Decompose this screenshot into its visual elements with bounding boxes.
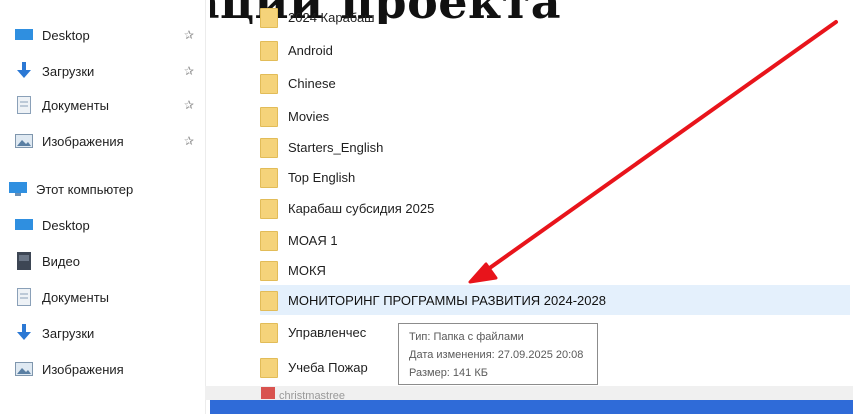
nav-item-label: Документы xyxy=(42,97,110,113)
download-icon xyxy=(14,324,34,342)
folder-row[interactable]: Movies xyxy=(260,101,850,131)
folder-name: Управленчес xyxy=(288,324,367,340)
nav-item-pictures[interactable]: Изображения xyxy=(14,128,124,154)
folder-icon xyxy=(260,105,278,127)
nav-item-pictures-pc[interactable]: Изображения xyxy=(14,356,124,382)
nav-item-documents[interactable]: Документы xyxy=(14,92,109,118)
nav-item-this-pc[interactable]: Этот компьютер xyxy=(8,176,133,202)
folder-name: Учеба Пожар xyxy=(288,359,368,375)
folder-name: Android xyxy=(288,42,333,58)
tooltip-type: Тип: Папка с файлами xyxy=(409,331,524,343)
pictures-icon xyxy=(14,360,34,378)
pictures-icon xyxy=(14,132,34,150)
folder-name: Chinese xyxy=(288,75,336,91)
folder-icon xyxy=(260,289,278,311)
folder-icon xyxy=(260,72,278,94)
desktop-icon xyxy=(14,216,34,234)
nav-item-label: Загрузки xyxy=(42,63,95,79)
nav-item-label: Изображения xyxy=(42,133,124,149)
video-icon xyxy=(14,252,34,270)
folder-name: МОНИТОРИНГ ПРОГРАММЫ РАЗВИТИЯ 2024-2028 xyxy=(288,292,606,308)
nav-item-label: Загрузки xyxy=(42,325,95,341)
folder-name: Starters_English xyxy=(288,139,384,155)
folder-row[interactable]: Карабаш субсидия 2025 xyxy=(260,193,850,223)
folder-name: 2024 Карабаш xyxy=(288,9,375,25)
pin-icon[interactable]: ✰ xyxy=(184,28,194,42)
folder-name: Movies xyxy=(288,108,330,124)
pin-icon[interactable]: ✰ xyxy=(184,64,194,78)
nav-item-label: Документы xyxy=(42,289,110,305)
nav-item-desktop[interactable]: Desktop xyxy=(14,22,90,48)
partial-file-name: christmastree xyxy=(279,390,346,400)
nav-item-downloads-pc[interactable]: Загрузки xyxy=(14,320,94,346)
partial-row: christmastree xyxy=(205,386,853,400)
folder-icon xyxy=(260,166,278,188)
pin-icon[interactable]: ✰ xyxy=(184,98,194,112)
folder-icon xyxy=(260,197,278,219)
folder-icon xyxy=(260,321,278,343)
documents-icon xyxy=(14,288,34,306)
nav-item-documents-pc[interactable]: Документы xyxy=(14,284,109,310)
navigation-pane: Desktop ✰ Загрузки ✰ Документы ✰ Изображ… xyxy=(0,0,210,414)
folder-icon xyxy=(260,136,278,158)
folder-row[interactable]: 2024 Карабаш xyxy=(260,2,850,32)
folder-icon xyxy=(260,259,278,281)
nav-item-downloads[interactable]: Загрузки xyxy=(14,58,94,84)
folder-name: МОКЯ xyxy=(288,262,326,278)
nav-item-label: Desktop xyxy=(42,217,90,233)
nav-item-label: Изображения xyxy=(42,361,124,377)
folder-row[interactable]: МОКЯ xyxy=(260,255,850,285)
nav-item-label: Этот компьютер xyxy=(36,181,134,197)
folder-icon xyxy=(260,356,278,378)
nav-item-desktop-pc[interactable]: Desktop xyxy=(14,212,90,238)
file-icon xyxy=(261,387,275,399)
nav-item-label: Видео xyxy=(42,253,80,269)
computer-icon xyxy=(8,180,28,198)
documents-icon xyxy=(14,96,34,114)
folder-row[interactable]: Top English xyxy=(260,162,850,192)
folder-name: Карабаш субсидия 2025 xyxy=(288,200,435,216)
folder-row[interactable]: МОАЯ 1 xyxy=(260,225,850,255)
desktop-icon xyxy=(14,26,34,44)
nav-item-label: Desktop xyxy=(42,27,90,43)
folder-icon xyxy=(260,6,278,28)
folder-row-selected[interactable]: МОНИТОРИНГ ПРОГРАММЫ РАЗВИТИЯ 2024-2028 xyxy=(260,285,850,315)
tooltip-modified: Дата изменения: 27.09.2025 20:08 xyxy=(409,349,584,361)
folder-name: МОАЯ 1 xyxy=(288,232,338,248)
folder-icon xyxy=(260,229,278,251)
tooltip-size: Размер: 141 КБ xyxy=(409,367,488,379)
pin-icon[interactable]: ✰ xyxy=(184,134,194,148)
folder-row[interactable]: Starters_English xyxy=(260,132,850,162)
folder-row[interactable]: Chinese xyxy=(260,68,850,98)
download-icon xyxy=(14,62,34,80)
sidebar-footer xyxy=(0,388,205,414)
folder-tooltip: Тип: Папка с файлами Дата изменения: 27.… xyxy=(398,323,598,385)
folder-icon xyxy=(260,39,278,61)
folder-name: Top English xyxy=(288,169,356,185)
folder-row[interactable]: Android xyxy=(260,35,850,65)
nav-item-video[interactable]: Видео xyxy=(14,248,80,274)
